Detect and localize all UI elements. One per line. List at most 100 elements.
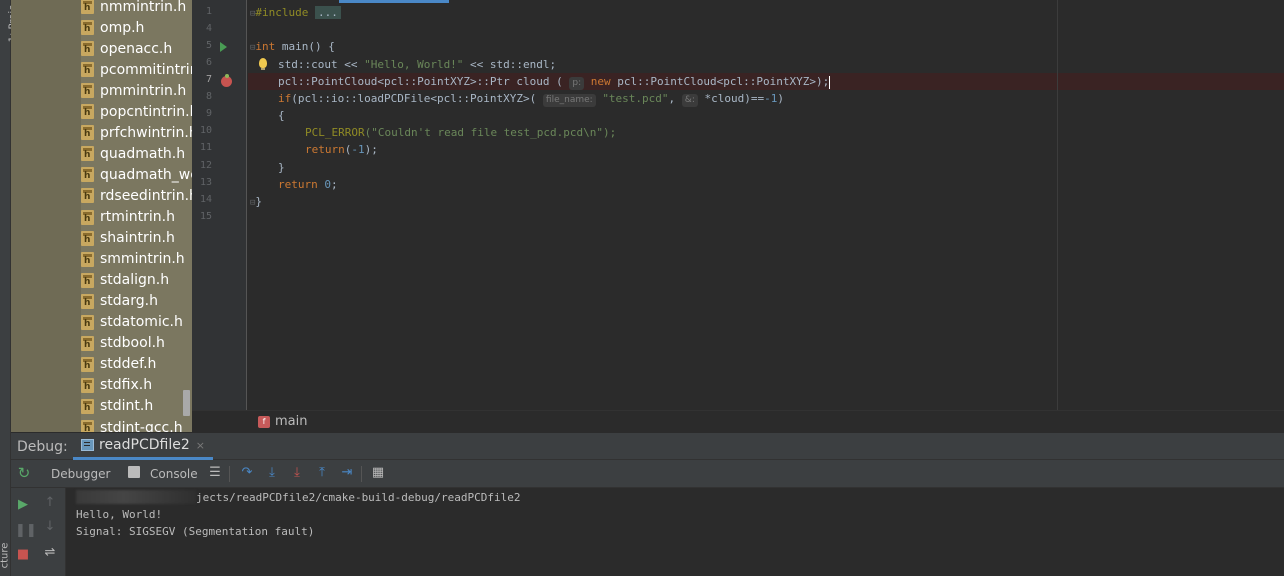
pause-icon[interactable]: ❚❚ xyxy=(15,522,37,540)
tree-file-label: quadmath_weak.h xyxy=(100,166,192,183)
tree-file-item[interactable]: pcommitintrin.h xyxy=(81,59,192,80)
tree-file-item[interactable]: omp.h xyxy=(81,17,144,38)
threads-icon[interactable]: ☰ xyxy=(207,464,223,482)
text-caret xyxy=(829,75,831,89)
tab-console[interactable]: Console xyxy=(150,466,198,482)
header-file-icon xyxy=(81,188,94,204)
rerun-icon[interactable]: ↻ xyxy=(16,464,32,482)
breakpoint-icon[interactable] xyxy=(221,74,232,87)
tree-file-label: smmintrin.h xyxy=(100,251,185,268)
console-output[interactable]: jects/readPCDfile2/cmake-build-debug/rea… xyxy=(66,488,1284,576)
tree-file-item[interactable]: stdatomic.h xyxy=(81,312,183,333)
header-file-icon xyxy=(81,125,94,141)
structure-tool-label[interactable]: cture xyxy=(0,543,10,569)
header-file-icon xyxy=(81,377,94,393)
up-arrow-icon[interactable]: ↑ xyxy=(42,494,58,512)
editor-gutter[interactable]: 1 4 5 6 7 8 9 10 11 12 13 14 15 xyxy=(192,0,247,410)
stop-icon[interactable]: ■ xyxy=(15,546,31,564)
run-triangle-icon[interactable] xyxy=(220,42,227,52)
tree-file-label: pcommitintrin.h xyxy=(100,61,192,78)
tree-indent-area xyxy=(11,0,81,432)
header-file-icon xyxy=(81,209,94,225)
step-over-icon[interactable]: ↷ xyxy=(239,464,255,482)
line-number: 7 xyxy=(205,74,212,85)
tree-file-item[interactable]: stdbool.h xyxy=(81,333,165,354)
tree-file-item[interactable]: stdfix.h xyxy=(81,375,152,396)
line-number: 15 xyxy=(199,211,212,222)
tree-file-item[interactable]: quadmath_weak.h xyxy=(81,164,192,185)
tree-file-label: quadmath.h xyxy=(100,145,186,162)
line-number: 10 xyxy=(199,125,212,136)
console-line-path: jects/readPCDfile2/cmake-build-debug/rea… xyxy=(196,491,521,504)
folded-region[interactable]: ... xyxy=(315,6,341,19)
param-hint: file_name: xyxy=(542,94,596,107)
tree-file-item[interactable]: shaintrin.h xyxy=(81,228,175,249)
tree-file-item[interactable]: smmintrin.h xyxy=(81,249,185,270)
header-file-icon xyxy=(81,41,94,57)
line-number: 9 xyxy=(205,108,212,119)
tree-file-label: nmmintrin.h xyxy=(100,0,187,15)
tree-file-item[interactable]: rdseedintrin.h xyxy=(81,185,192,206)
tree-scrollbar[interactable] xyxy=(183,390,190,416)
line-number: 5 xyxy=(205,40,212,51)
header-file-icon xyxy=(81,62,94,78)
code-line-8: if(pcl::io::loadPCDFile<pcl::PointXYZ>( … xyxy=(278,92,784,107)
redacted-path xyxy=(76,490,196,504)
tree-file-item[interactable]: nmmintrin.h xyxy=(81,0,186,17)
tree-file-label: rdseedintrin.h xyxy=(100,187,192,204)
tree-file-label: stdfix.h xyxy=(100,377,153,394)
tree-file-item[interactable]: quadmath.h xyxy=(81,143,185,164)
left-tool-strip: 1: Proje xyxy=(0,0,18,432)
tree-file-item[interactable]: popcntintrin.h xyxy=(81,101,192,122)
evaluate-expression-icon[interactable]: ▦ xyxy=(370,464,386,482)
line-number: 4 xyxy=(205,23,212,34)
tab-debugger[interactable]: Debugger xyxy=(51,466,110,482)
code-line-11: return(-1); xyxy=(305,143,378,156)
force-step-into-icon[interactable]: ⤓ xyxy=(289,464,305,482)
code-line-1: ⊟#include ... xyxy=(250,4,341,21)
tree-file-item[interactable]: stdalign.h xyxy=(81,270,169,291)
breadcrumb-item-main[interactable]: main xyxy=(275,414,307,429)
step-out-icon[interactable]: ⤒ xyxy=(314,464,330,482)
down-arrow-icon[interactable]: ↓ xyxy=(42,518,58,536)
resume-icon[interactable]: ▶ xyxy=(15,496,31,514)
step-into-icon[interactable]: ⤓ xyxy=(264,464,280,482)
tree-file-item[interactable]: prfchwintrin.h xyxy=(81,122,192,143)
code-line-7: pcl::PointCloud<pcl::PointXYZ>::Ptr clou… xyxy=(278,75,831,90)
console-line-hello: Hello, World! xyxy=(76,508,163,521)
code-line-5: ⊟int main() { xyxy=(250,40,335,53)
tree-file-item[interactable]: openacc.h xyxy=(81,38,172,59)
soft-wrap-icon[interactable]: ⇌ xyxy=(42,544,58,562)
header-file-icon xyxy=(81,230,94,246)
code-line-14: ⊟} xyxy=(250,195,263,208)
tree-file-item[interactable]: rtmintrin.h xyxy=(81,207,175,228)
tree-file-item[interactable]: stdint-gcc.h xyxy=(81,417,183,432)
tree-file-item[interactable]: stddef.h xyxy=(81,354,156,375)
breadcrumb: f main xyxy=(192,410,1284,432)
close-icon[interactable]: × xyxy=(196,439,205,452)
debug-tool-window-header: Debug: readPCDfile2 × xyxy=(11,432,1284,460)
param-hint: &: xyxy=(681,94,698,107)
tree-file-item[interactable]: pmmintrin.h xyxy=(81,80,186,101)
debug-session-tab[interactable]: readPCDfile2 × xyxy=(73,433,213,460)
code-editor[interactable]: 1 4 5 6 7 8 9 10 11 12 13 14 15 ⊟#include ... ⊟int m… xyxy=(192,0,1284,410)
project-tree: nmmintrin.h omp.h openacc.h pcommitintrin.h… xyxy=(11,0,192,432)
tree-file-label: prfchwintrin.h xyxy=(100,124,192,141)
run-to-cursor-icon[interactable]: ⇥ xyxy=(339,464,355,482)
tree-file-label: pmmintrin.h xyxy=(100,82,187,99)
line-number: 1 xyxy=(205,6,212,17)
console-icon xyxy=(128,466,140,478)
tree-file-label: shaintrin.h xyxy=(100,230,175,247)
toolbar-separator xyxy=(361,466,362,482)
tree-file-item[interactable]: stdint.h xyxy=(81,396,153,417)
tree-file-label: popcntintrin.h xyxy=(100,103,192,120)
header-file-icon xyxy=(81,293,94,309)
header-file-icon xyxy=(81,83,94,99)
header-file-icon xyxy=(81,104,94,120)
right-margin-guide xyxy=(1057,0,1058,410)
tree-file-item[interactable]: stdarg.h xyxy=(81,291,158,312)
code-line-13: return 0; xyxy=(278,178,338,191)
lightbulb-icon[interactable] xyxy=(259,58,267,70)
header-file-icon xyxy=(81,251,94,267)
param-hint: p: xyxy=(569,77,585,90)
